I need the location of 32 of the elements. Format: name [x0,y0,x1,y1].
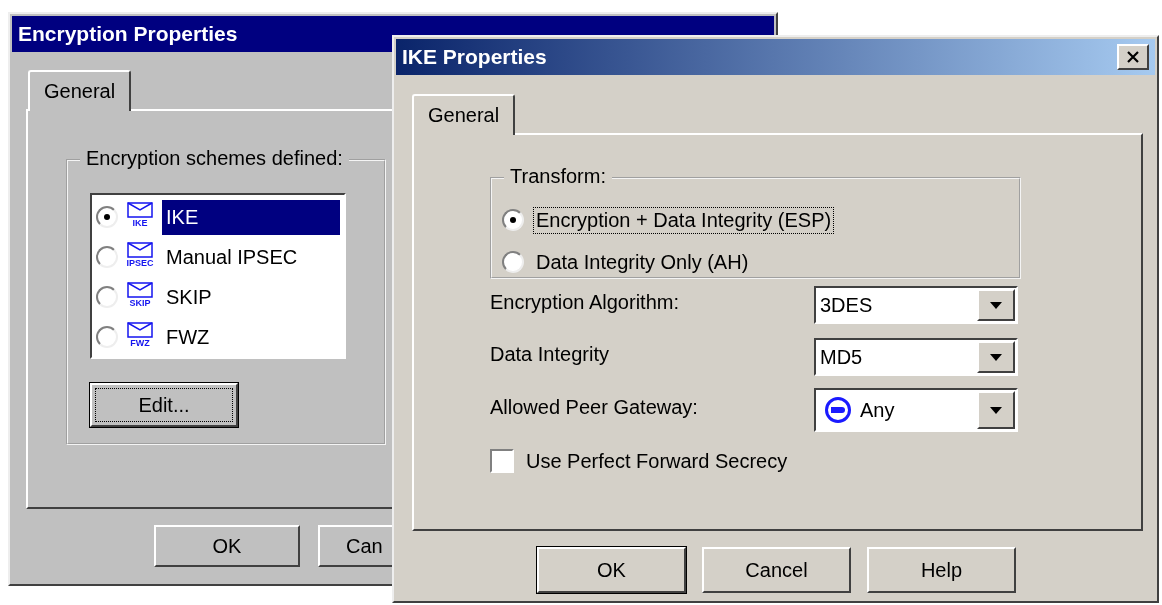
dialog-button[interactable]: Cancel [702,547,851,593]
dropdown[interactable]: 3DES [814,286,1018,324]
window-title: Encryption Properties [18,22,238,46]
radio-button[interactable] [502,209,524,231]
radio-button[interactable] [502,251,524,273]
field-label: Data Integrity [490,342,609,367]
dialog-button[interactable]: OK [154,525,300,567]
checkbox[interactable] [490,449,514,473]
dialog-button[interactable]: OK [537,547,686,593]
window-title: IKE Properties [402,45,547,69]
close-icon [1126,51,1140,63]
field-label: Allowed Peer Gateway: [490,395,698,420]
dialog-button[interactable]: Help [867,547,1016,593]
radio-button[interactable] [96,286,118,308]
list-item[interactable]: FWZ [162,319,340,355]
dropdown[interactable]: MD5 [814,338,1018,376]
close-button[interactable] [1117,44,1149,70]
list-item[interactable]: SKIP [162,279,340,315]
field-label: Encryption Algorithm: [490,290,679,315]
dropdown[interactable]: Any [814,388,1018,432]
tab[interactable]: General [412,94,516,135]
radio-button[interactable] [96,206,118,228]
radio-label[interactable]: Encryption + Data Integrity (ESP) [534,207,834,233]
radio-button[interactable] [96,246,118,268]
list-item[interactable]: IKE [162,199,340,235]
edit-button[interactable]: Edit... [90,383,238,427]
checkbox-label[interactable]: Use Perfect Forward Secrecy [526,449,788,473]
radio-label[interactable]: Data Integrity Only (AH) [534,249,751,275]
list-item[interactable]: Manual IPSEC [162,239,340,275]
tab[interactable]: General [28,70,132,111]
group-label: Encryption schemes defined: [80,147,349,170]
radio-button[interactable] [96,326,118,348]
